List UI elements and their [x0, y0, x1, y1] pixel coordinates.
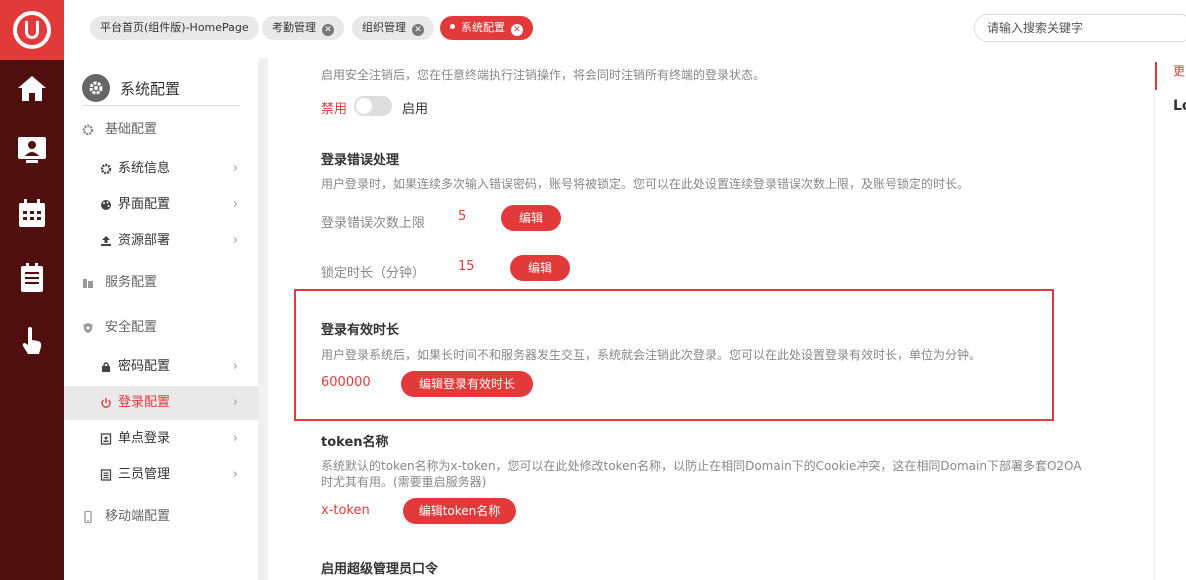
edit-lock-duration-button[interactable]: 编辑 [510, 255, 570, 281]
home-icon[interactable] [14, 70, 50, 106]
toggle-on-label: 启用 [402, 102, 429, 117]
token-title: token名称 [321, 435, 389, 450]
session-value: 600000 [321, 375, 371, 390]
token-desc-line2: 时尤其有用。(需要重启服务器) [321, 475, 487, 489]
mobile-icon [84, 511, 92, 523]
error-limit-value: 5 [458, 209, 467, 224]
token-desc-line1: 系统默认的token名称为x-token，您可以在此处修改token名称，以防止… [321, 459, 1082, 473]
close-icon[interactable]: ✕ [412, 24, 424, 36]
sidebar-header: 系统配置 [82, 74, 240, 106]
right-panel-text-1[interactable]: 更 [1173, 62, 1185, 79]
login-error-title: 登录错误处理 [321, 153, 400, 168]
app-rail [0, 0, 64, 580]
lock-icon [102, 362, 110, 372]
sidebar-item-service-config[interactable]: 服务配置 [64, 266, 258, 300]
sidebar-item-sso[interactable]: 单点登录 › [64, 422, 258, 456]
edit-token-button[interactable]: 编辑token名称 [403, 498, 516, 524]
session-desc: 用户登录系统后，如果长时间不和服务器发生交互，系统就会注销此次登录。您可以在此处… [321, 348, 982, 362]
close-icon[interactable]: ✕ [322, 24, 334, 36]
safe-logout-desc: 启用安全注销后，您在任意终端执行注销操作，将会同时注销所有终端的登录状态。 [321, 68, 766, 82]
chevron-right-icon: › [232, 467, 238, 482]
main-content: 启用安全注销后，您在任意终端执行注销操作，将会同时注销所有终端的登录状态。 禁用… [268, 58, 1154, 580]
sidebar-item-basic-config[interactable]: 基础配置 [64, 113, 258, 147]
gear-icon [100, 163, 112, 175]
id-card-icon [100, 433, 112, 445]
app-logo[interactable] [0, 0, 64, 60]
power-icon [101, 398, 111, 408]
list-icon [100, 469, 112, 481]
sidebar-item-three-admin[interactable]: 三员管理 › [64, 458, 258, 492]
chevron-right-icon: › [232, 431, 238, 446]
tab-homepage[interactable]: 平台首页(组件版)-HomePage [90, 16, 259, 40]
lock-duration-value: 15 [458, 259, 475, 274]
gear-icon [82, 124, 94, 136]
shield-icon [83, 323, 93, 333]
token-value: x-token [321, 503, 370, 518]
panel-divider [258, 58, 268, 580]
active-dot-icon [450, 24, 455, 29]
upload-icon [101, 236, 111, 246]
right-panel-text-2[interactable]: Lo [1173, 98, 1186, 114]
palette-icon [101, 200, 111, 210]
calendar-icon[interactable] [14, 196, 50, 232]
sidebar-item-resource-deploy[interactable]: 资源部署 › [64, 224, 258, 258]
chevron-right-icon: › [232, 197, 238, 212]
notepad-icon[interactable] [14, 260, 50, 296]
active-indicator [1155, 62, 1157, 90]
lock-duration-label: 锁定时长（分钟） [321, 266, 426, 281]
session-title: 登录有效时长 [321, 323, 400, 338]
monitor-user-icon[interactable] [14, 132, 50, 168]
sidebar-item-login-config[interactable]: 登录配置 › [64, 386, 258, 420]
sidebar-title: 系统配置 [120, 80, 181, 98]
search-input[interactable]: 请输入搜索关键字 [974, 14, 1186, 42]
safe-logout-toggle[interactable] [354, 96, 392, 116]
gear-icon [82, 74, 110, 102]
error-limit-label: 登录错误次数上限 [321, 216, 426, 231]
sidebar-item-system-info[interactable]: 系统信息 › [64, 152, 258, 186]
edit-error-limit-button[interactable]: 编辑 [501, 205, 561, 231]
sidebar: 系统配置 基础配置 系统信息 › 界面配置 › 资源部署 › 服务配置 安全配置… [64, 58, 258, 580]
top-bar: 平台首页(组件版)-HomePage 考勤管理 ✕ 组织管理 ✕ 系统配置 ✕ 请输入… [64, 0, 1186, 58]
sidebar-item-security-config[interactable]: 安全配置 [64, 311, 258, 345]
right-panel: 更 Lo [1154, 58, 1186, 580]
toggle-off-label: 禁用 [321, 102, 348, 117]
server-icon [83, 279, 93, 288]
touch-hand-icon[interactable] [14, 322, 50, 358]
chevron-right-icon: › [232, 395, 238, 410]
chevron-right-icon: › [232, 359, 238, 374]
super-admin-title: 启用超级管理员口令 [321, 562, 439, 577]
tab-system-config[interactable]: 系统配置 ✕ [440, 16, 533, 40]
login-error-desc: 用户登录时，如果连续多次输入错误密码，账号将被锁定。您可以在此处设置连续登录错误… [321, 177, 970, 191]
tab-attendance[interactable]: 考勤管理 ✕ [262, 16, 344, 40]
close-icon[interactable]: ✕ [511, 24, 523, 36]
sidebar-item-ui-config[interactable]: 界面配置 › [64, 188, 258, 222]
sidebar-item-mobile-config[interactable]: 移动端配置 [64, 500, 258, 534]
tab-organization[interactable]: 组织管理 ✕ [352, 16, 434, 40]
chevron-right-icon: › [232, 161, 238, 176]
chevron-right-icon: › [232, 233, 238, 248]
sidebar-item-password-config[interactable]: 密码配置 › [64, 350, 258, 384]
edit-session-button[interactable]: 编辑登录有效时长 [401, 371, 533, 397]
